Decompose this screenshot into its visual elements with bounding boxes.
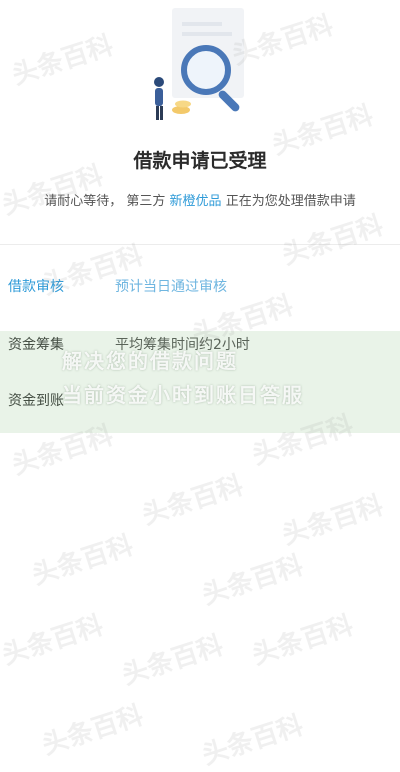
watermark: 头条百科 bbox=[198, 550, 307, 612]
search-document-illustration bbox=[154, 8, 244, 120]
subtitle-suffix: 正在为您处理借款申请 bbox=[221, 194, 356, 209]
subtitle-prefix: 请耐心等待， 第三方 bbox=[44, 194, 170, 209]
brand-link[interactable]: 新橙优品 bbox=[170, 194, 222, 209]
magnifier-icon bbox=[181, 45, 231, 95]
watermark: 头条百科 bbox=[8, 30, 117, 92]
overlay-line-2: 当前资金小时到账日答服 bbox=[62, 383, 304, 407]
status-subtitle: 请耐心等待， 第三方 新橙优品 正在为您处理借款申请 bbox=[0, 190, 400, 209]
watermark: 头条百科 bbox=[198, 710, 307, 772]
watermark: 头条百科 bbox=[138, 470, 247, 532]
person-icon bbox=[154, 77, 164, 87]
watermark: 头条百科 bbox=[248, 610, 357, 672]
watermark: 头条百科 bbox=[28, 530, 137, 592]
watermark: 头条百科 bbox=[278, 210, 387, 272]
watermark: 头条百科 bbox=[278, 490, 387, 552]
overlay-line-1: 解决您的借款问题 bbox=[62, 349, 238, 373]
watermark: 头条百科 bbox=[0, 610, 107, 672]
overlay-banner-text: 解决您的借款问题 当前资金小时到账日答服 bbox=[62, 344, 362, 412]
step-desc: 预计当日通过审核 bbox=[115, 279, 227, 295]
divider bbox=[0, 244, 400, 245]
watermark: 头条百科 bbox=[38, 700, 147, 762]
watermark: 头条百科 bbox=[118, 630, 227, 692]
step-loan-review: 借款审核 预计当日通过审核 bbox=[0, 276, 400, 296]
step-label: 借款审核 bbox=[8, 279, 64, 295]
page-title: 借款申请已受理 bbox=[133, 150, 267, 172]
